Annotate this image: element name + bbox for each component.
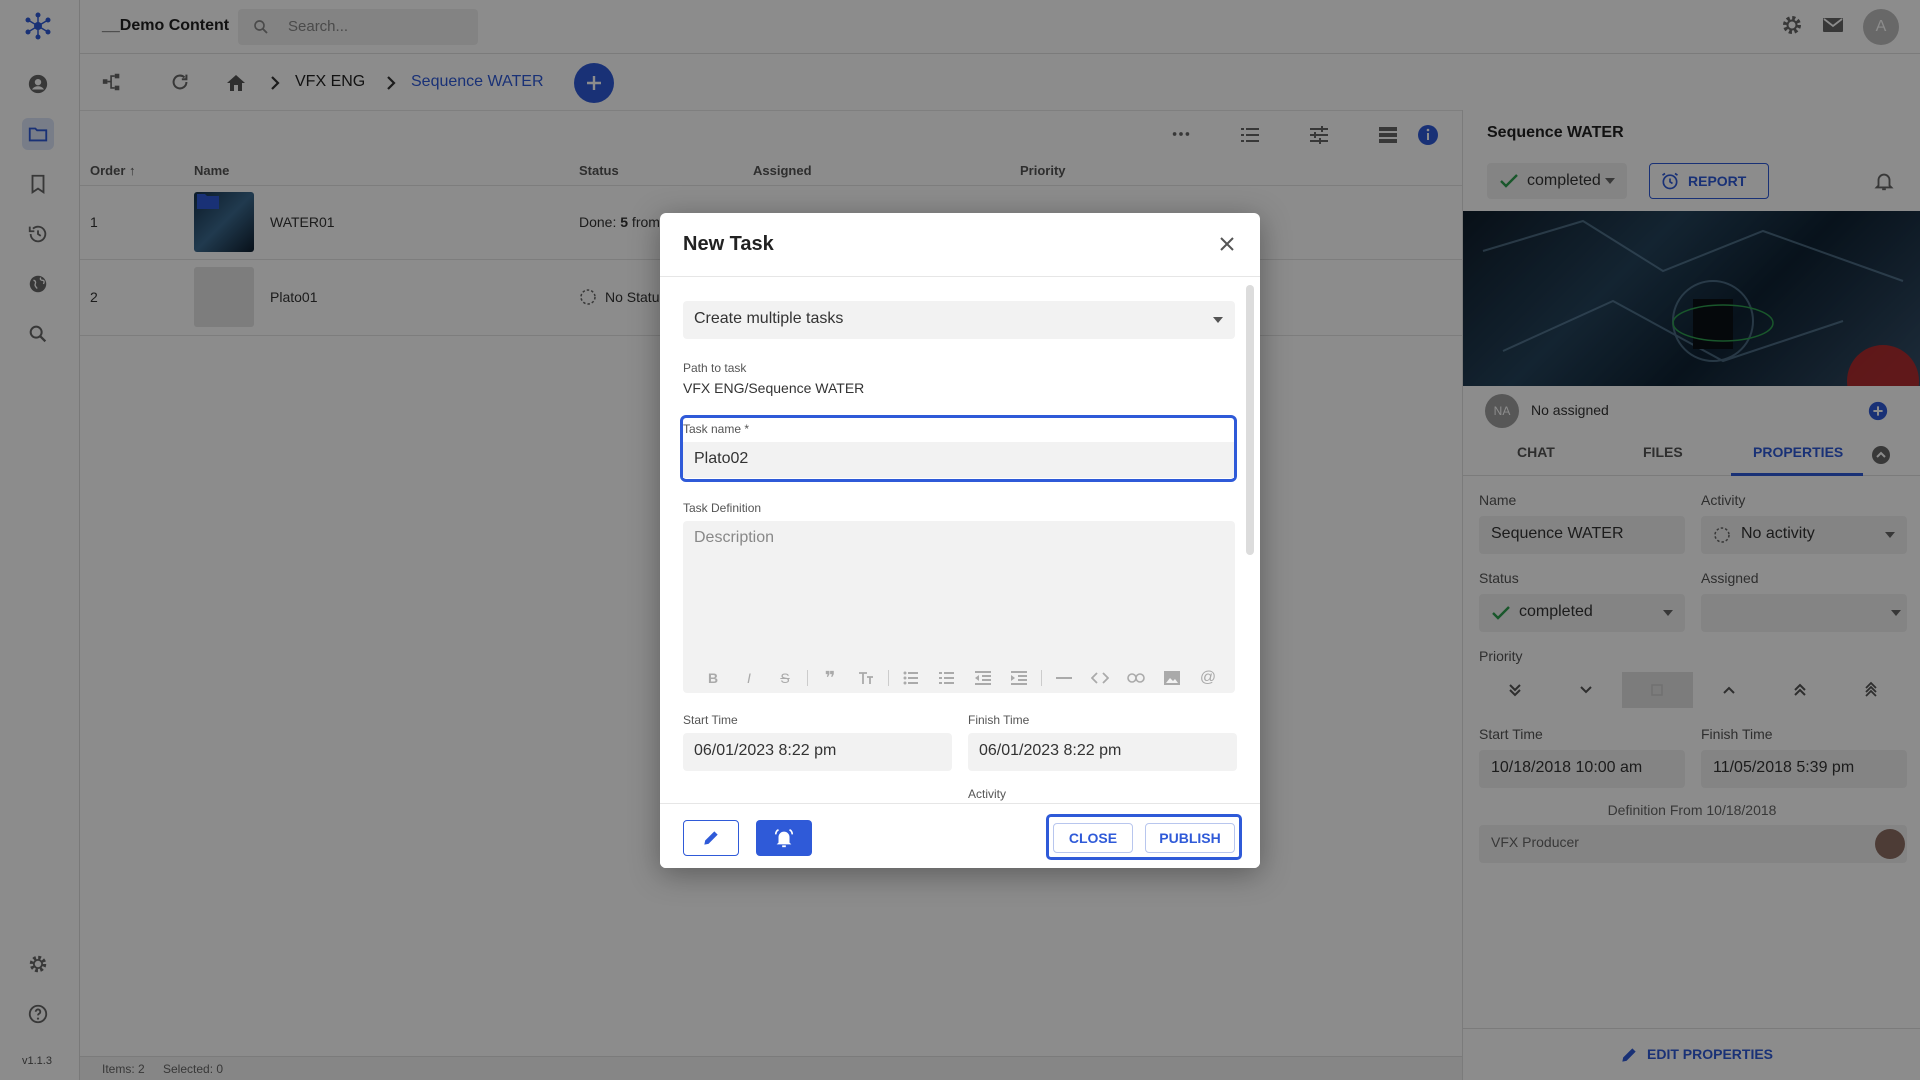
task-mode-select[interactable]: Create multiple tasks (683, 301, 1235, 339)
horizontal-rule-icon[interactable] (1046, 663, 1082, 693)
dropdown-arrow-icon (1213, 317, 1223, 323)
bullet-list-icon[interactable] (893, 663, 929, 693)
strikethrough-icon[interactable]: S (767, 663, 803, 693)
activity-label: Activity (968, 787, 1007, 801)
close-icon[interactable] (1218, 235, 1236, 253)
description-placeholder: Description (694, 529, 775, 546)
bold-icon[interactable]: B (695, 663, 731, 693)
task-definition-label: Task Definition (683, 501, 762, 515)
pencil-icon (704, 831, 718, 845)
indent-icon[interactable] (1001, 663, 1037, 693)
edit-button[interactable] (683, 820, 739, 856)
close-button[interactable]: CLOSE (1053, 823, 1133, 853)
code-icon[interactable] (1082, 663, 1118, 693)
quote-icon[interactable]: ❞ (812, 663, 848, 693)
dialog-footer: CLOSE PUBLISH (660, 803, 1260, 868)
toolbar-divider (807, 670, 808, 686)
heading-icon[interactable] (848, 663, 884, 693)
notify-button[interactable] (756, 820, 812, 856)
finish-time-label: Finish Time (968, 713, 1030, 727)
publish-button[interactable]: PUBLISH (1145, 823, 1235, 853)
new-task-dialog: New Task Create multiple tasks Path to t… (660, 213, 1260, 868)
notification-bell-icon (774, 829, 794, 848)
finish-time-field[interactable]: 06/01/2023 8:22 pm (968, 733, 1237, 771)
formatting-toolbar: B I S ❞ @ (683, 663, 1235, 693)
image-icon[interactable] (1154, 663, 1190, 693)
path-value: VFX ENG/Sequence WATER (683, 380, 865, 396)
action-buttons-frame: CLOSE PUBLISH (1046, 814, 1242, 860)
dialog-title: New Task (683, 233, 774, 255)
path-label: Path to task (683, 361, 747, 375)
toolbar-divider (888, 670, 889, 686)
task-name-input[interactable]: Plato02 (683, 442, 1234, 478)
dialog-header-divider (660, 276, 1260, 277)
numbered-list-icon[interactable] (929, 663, 965, 693)
start-time-field[interactable]: 06/01/2023 8:22 pm (683, 733, 952, 771)
task-name-label: Task name * (683, 422, 750, 436)
toolbar-divider (1041, 670, 1042, 686)
link-icon[interactable] (1118, 663, 1154, 693)
outdent-icon[interactable] (965, 663, 1001, 693)
start-time-label: Start Time (683, 713, 738, 727)
italic-icon[interactable]: I (731, 663, 767, 693)
mention-icon[interactable]: @ (1190, 663, 1226, 693)
dialog-scrollbar[interactable] (1246, 285, 1254, 555)
